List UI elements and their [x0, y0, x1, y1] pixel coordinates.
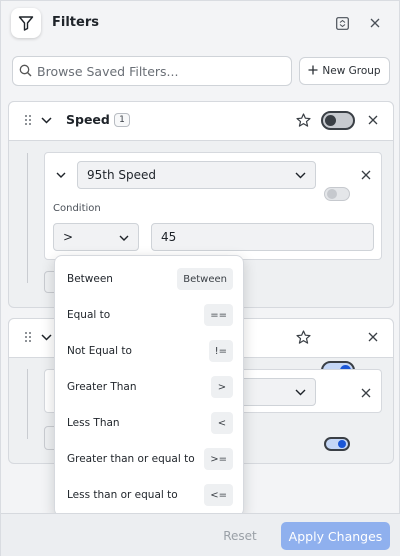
menu-item-symbol: Between	[177, 268, 233, 290]
chevron-down-icon	[119, 230, 129, 244]
filter-count-badge: 1	[114, 113, 130, 127]
field-select[interactable]: 95th Speed	[77, 161, 316, 189]
menu-item-label: Greater Than	[67, 381, 137, 393]
menu-item-label: Equal to	[67, 309, 111, 321]
tree-connector	[27, 153, 28, 283]
menu-item-symbol: <	[211, 412, 233, 434]
menu-item-between[interactable]: Between Between	[55, 261, 245, 297]
drag-handle-icon[interactable]	[24, 114, 32, 126]
chevron-down-icon[interactable]	[55, 170, 67, 180]
close-panel-icon[interactable]	[368, 16, 382, 30]
collapse-all-icon[interactable]	[334, 15, 350, 31]
operator-dropdown-menu: Between Between Equal to == Not Equal to…	[54, 255, 244, 517]
menu-item-greater-than[interactable]: Greater Than >	[55, 369, 245, 405]
remove-filter-icon[interactable]	[360, 169, 372, 181]
new-group-button[interactable]: New Group	[299, 57, 390, 85]
group-name[interactable]: Speed	[66, 112, 110, 127]
menu-item-equal-to[interactable]: Equal to ==	[55, 297, 245, 333]
menu-item-label: Less Than	[67, 417, 120, 429]
remove-filter-icon[interactable]	[360, 387, 372, 399]
chevron-down-icon	[295, 385, 306, 399]
remove-group-icon[interactable]	[367, 114, 379, 126]
plus-icon	[308, 65, 318, 78]
filters-panel: Filters New Group Speed 1	[0, 0, 400, 556]
menu-item-label: Not Equal to	[67, 345, 132, 357]
new-group-label: New Group	[322, 65, 381, 77]
reset-button[interactable]: Reset	[216, 523, 264, 549]
field-select-value: 95th Speed	[87, 168, 157, 182]
star-icon[interactable]	[295, 112, 311, 128]
menu-item-greater-or-equal[interactable]: Greater than or equal to >=	[55, 441, 245, 477]
chevron-down-icon	[295, 168, 306, 182]
star-icon[interactable]	[295, 329, 311, 345]
search-input[interactable]	[37, 63, 277, 79]
menu-item-less-or-equal[interactable]: Less than or equal to <=	[55, 477, 245, 513]
operator-select[interactable]: >	[53, 223, 139, 251]
chevron-down-icon[interactable]	[40, 114, 52, 126]
panel-title: Filters	[52, 15, 99, 30]
filter-enable-toggle[interactable]	[324, 437, 350, 451]
operator-select-value: >	[63, 230, 74, 244]
filter-enable-toggle[interactable]	[324, 187, 350, 201]
condition-value-input[interactable]: 45	[151, 223, 374, 251]
apply-changes-button[interactable]: Apply Changes	[281, 522, 390, 550]
menu-item-symbol: >=	[204, 448, 233, 470]
drag-handle-icon[interactable]	[24, 331, 32, 343]
chevron-down-icon[interactable]	[40, 331, 52, 343]
search-icon	[19, 62, 32, 81]
menu-item-label: Greater than or equal to	[67, 453, 195, 465]
menu-item-less-than[interactable]: Less Than <	[55, 405, 245, 441]
group-enable-toggle[interactable]	[321, 111, 355, 130]
menu-item-label: Less than or equal to	[67, 489, 178, 501]
menu-item-symbol: ==	[204, 304, 233, 326]
saved-filters-search[interactable]	[12, 56, 292, 86]
menu-item-symbol: <=	[204, 484, 233, 506]
remove-group-icon[interactable]	[367, 331, 379, 343]
menu-item-label: Between	[67, 273, 113, 285]
filter-icon	[11, 8, 41, 38]
condition-label: Condition	[53, 203, 101, 214]
menu-item-symbol: >	[211, 376, 233, 398]
menu-item-symbol: !=	[208, 340, 233, 362]
tree-connector	[27, 369, 28, 439]
menu-item-not-equal-to[interactable]: Not Equal to !=	[55, 333, 245, 369]
